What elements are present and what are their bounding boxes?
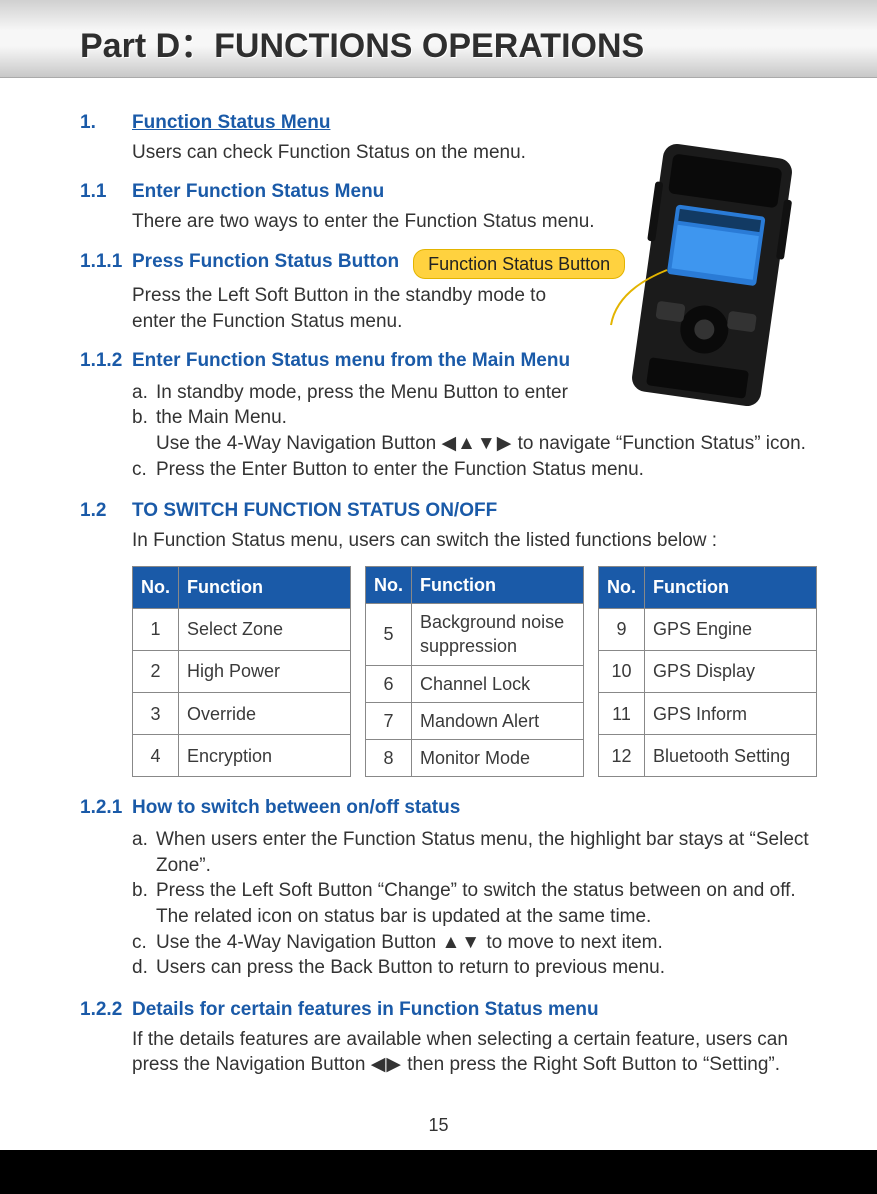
- step-a: a.When users enter the Function Status m…: [132, 827, 817, 878]
- cell-no: 4: [133, 735, 179, 777]
- cell-fn: GPS Inform: [645, 693, 817, 735]
- cell-fn: Monitor Mode: [412, 740, 584, 777]
- cell-fn: Bluetooth Setting: [645, 735, 817, 777]
- section-1-1-1-text: Press the Left Soft Button in the standb…: [132, 283, 592, 334]
- nav-arrows-icon: ◀▶: [371, 1054, 402, 1075]
- section-title: Enter Function Status menu from the Main…: [132, 348, 570, 374]
- cell-fn: Select Zone: [179, 608, 351, 650]
- function-table-2: No.Function 5Background noise suppressio…: [365, 566, 584, 778]
- cell-fn: GPS Engine: [645, 608, 817, 650]
- section-title: Function Status Menu: [132, 110, 330, 136]
- section-1-2-2-text: If the details features are available wh…: [132, 1027, 817, 1078]
- step-text: the Main Menu.: [156, 405, 287, 431]
- th-no: No.: [599, 566, 645, 608]
- cell-no: 10: [599, 650, 645, 692]
- table-row: 2High Power: [133, 650, 351, 692]
- cell-fn: Channel Lock: [412, 665, 584, 702]
- callout-label: Function Status Button: [413, 249, 625, 279]
- cell-no: 9: [599, 608, 645, 650]
- table-row: 1Select Zone: [133, 608, 351, 650]
- cell-no: 3: [133, 693, 179, 735]
- section-title: Press Function Status Button: [132, 249, 399, 279]
- section-title: Enter Function Status Menu: [132, 179, 384, 205]
- step-d: d.Users can press the Back Button to ret…: [132, 955, 817, 981]
- cell-no: 8: [366, 740, 412, 777]
- nav-arrows-icon: ◀▲▼▶: [442, 433, 513, 454]
- step-label: d.: [132, 955, 156, 981]
- th-fn: Function: [412, 566, 584, 603]
- step-b: b.Press the Left Soft Button “Change” to…: [132, 878, 817, 929]
- step-c: c.Press the Enter Button to enter the Fu…: [132, 457, 817, 483]
- table-row: 5Background noise suppression: [366, 603, 584, 665]
- cell-no: 2: [133, 650, 179, 692]
- table-row: 11GPS Inform: [599, 693, 817, 735]
- nav-arrows-icon: ▲▼: [442, 932, 482, 953]
- th-no: No.: [133, 566, 179, 608]
- table-row: 6Channel Lock: [366, 665, 584, 702]
- step-text: Press the Enter Button to enter the Func…: [156, 457, 644, 483]
- cell-no: 6: [366, 665, 412, 702]
- step-label: a.: [132, 380, 156, 406]
- function-table-1: No.Function 1Select Zone 2High Power 3Ov…: [132, 566, 351, 778]
- cell-fn: GPS Display: [645, 650, 817, 692]
- step-text: Use the 4-Way Navigation Button ◀▲▼▶ to …: [156, 431, 806, 457]
- cell-no: 11: [599, 693, 645, 735]
- device-illustration: [607, 140, 817, 410]
- table-row: 7Mandown Alert: [366, 702, 584, 739]
- table-row: 12Bluetooth Setting: [599, 735, 817, 777]
- cell-no: 1: [133, 608, 179, 650]
- table-row: 10GPS Display: [599, 650, 817, 692]
- table-row: 4Encryption: [133, 735, 351, 777]
- section-1-2-1: 1.2.1 How to switch between on/off statu…: [80, 795, 817, 821]
- table-row: 3Override: [133, 693, 351, 735]
- section-1-2-text: In Function Status menu, users can switc…: [132, 528, 817, 554]
- section-1: 1. Function Status Menu: [80, 110, 817, 136]
- section-title: Details for certain features in Function…: [132, 997, 599, 1023]
- section-number: 1.1.1: [80, 249, 132, 279]
- step-label: b.: [132, 405, 156, 431]
- function-tables: No.Function 1Select Zone 2High Power 3Ov…: [132, 566, 817, 778]
- cell-fn: Encryption: [179, 735, 351, 777]
- section-1-2: 1.2 TO SWITCH FUNCTION STATUS ON/OFF: [80, 498, 817, 524]
- step-label: a.: [132, 827, 156, 878]
- step-label: c.: [132, 457, 156, 483]
- step-c: c. Use the 4-Way Navigation Button ▲▼ to…: [132, 930, 817, 956]
- step-label: b.: [132, 878, 156, 929]
- page-title: Part D：FUNCTIONS OPERATIONS: [80, 18, 817, 67]
- th-fn: Function: [645, 566, 817, 608]
- section-number: 1.2: [80, 498, 132, 524]
- step-text: Use the 4-Way Navigation Button ▲▼ to mo…: [156, 930, 663, 956]
- th-no: No.: [366, 566, 412, 603]
- section-number: 1.2.2: [80, 997, 132, 1023]
- section-title: How to switch between on/off status: [132, 795, 460, 821]
- section-1-2-2: 1.2.2 Details for certain features in Fu…: [80, 997, 817, 1023]
- section-number: 1.1: [80, 179, 132, 205]
- step-b-cont: Use the 4-Way Navigation Button ◀▲▼▶ to …: [132, 431, 817, 457]
- table-row: 9GPS Engine: [599, 608, 817, 650]
- step-text: When users enter the Function Status men…: [156, 827, 817, 878]
- step-text: Press the Left Soft Button “Change” to s…: [156, 878, 817, 929]
- cell-no: 5: [366, 603, 412, 665]
- cell-no: 12: [599, 735, 645, 777]
- steps-1-2-1: a.When users enter the Function Status m…: [132, 827, 817, 981]
- cell-fn: Background noise suppression: [412, 603, 584, 665]
- cell-no: 7: [366, 702, 412, 739]
- cell-fn: Mandown Alert: [412, 702, 584, 739]
- page-header: Part D：FUNCTIONS OPERATIONS: [0, 0, 877, 78]
- section-number: 1.2.1: [80, 795, 132, 821]
- th-fn: Function: [179, 566, 351, 608]
- cell-fn: Override: [179, 693, 351, 735]
- step-label: c.: [132, 930, 156, 956]
- step-text: Users can press the Back Button to retur…: [156, 955, 665, 981]
- section-title: TO SWITCH FUNCTION STATUS ON/OFF: [132, 498, 497, 524]
- section-number: 1.1.2: [80, 348, 132, 374]
- table-row: 8Monitor Mode: [366, 740, 584, 777]
- function-table-3: No.Function 9GPS Engine 10GPS Display 11…: [598, 566, 817, 778]
- page-number: 15: [0, 1115, 877, 1136]
- section-number: 1.: [80, 110, 132, 136]
- footer-bar: [0, 1150, 877, 1194]
- cell-fn: High Power: [179, 650, 351, 692]
- step-text: In standby mode, press the Menu Button t…: [156, 380, 568, 406]
